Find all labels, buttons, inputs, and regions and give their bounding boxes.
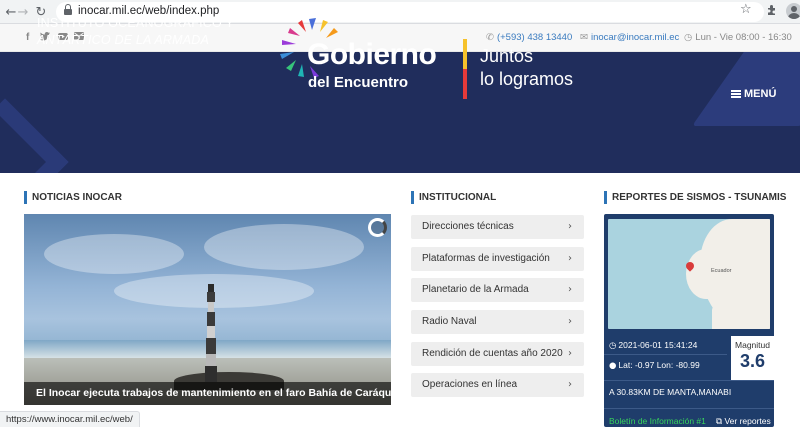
- gobierno-subtitle: del Encuentro: [308, 74, 409, 91]
- gobierno-title: Gobierno: [307, 38, 437, 71]
- envelope-icon: ✉: [580, 32, 588, 43]
- phone-icon: ✆: [486, 32, 494, 43]
- seismic-coordinates: ● Lat: -0.97 Lon: -80.99: [609, 360, 700, 371]
- chevron-right-icon: ›: [568, 348, 572, 359]
- chevron-right-icon: ›: [568, 253, 572, 264]
- chevron-right-icon: ›: [568, 284, 572, 295]
- bulletin-link[interactable]: Boletín de Información #1: [609, 416, 706, 426]
- institutional-item-rendicion[interactable]: Rendición de cuentas año 2020 ›: [411, 342, 584, 366]
- lighthouse-figure: [205, 284, 217, 382]
- bookmark-star-icon[interactable]: ☆: [740, 2, 752, 17]
- institutional-item-operaciones[interactable]: Operaciones en línea ›: [411, 373, 584, 397]
- menu-button[interactable]: MENÚ: [731, 88, 776, 100]
- section-title-news: NOTICIAS INOCAR: [24, 191, 122, 204]
- news-slider-image[interactable]: El Inocar ejecuta trabajos de mantenimie…: [24, 214, 391, 405]
- institution-logo-text[interactable]: INSTITUTO OCEANOGRÁFICO Y ANTÁRTICO DE L…: [37, 15, 234, 49]
- chevron-right-icon: ›: [568, 379, 572, 390]
- news-caption[interactable]: El Inocar ejecuta trabajos de mantenimie…: [24, 382, 391, 405]
- section-title-institutional: INSTITUCIONAL: [411, 191, 496, 204]
- seismic-divider: [604, 354, 727, 355]
- photo-cloud: [44, 234, 184, 274]
- seismic-map[interactable]: [608, 219, 770, 329]
- contact-phone[interactable]: ✆ (+593) 438 13440: [486, 32, 572, 43]
- chevron-right-icon: ›: [568, 221, 572, 232]
- seismic-datetime: ◷ 2021-06-01 15:41:24: [609, 340, 698, 351]
- seismic-divider: [604, 380, 774, 381]
- map-country-label: Ecuador: [711, 268, 732, 274]
- slogan: Juntos lo logramos: [480, 46, 574, 89]
- institutional-item-planetario[interactable]: Planetario de la Armada ›: [411, 278, 584, 302]
- clock-icon: ◷: [684, 32, 693, 43]
- profile-avatar-icon[interactable]: [786, 3, 800, 19]
- institutional-item-direcciones[interactable]: Direcciones técnicas ›: [411, 215, 584, 239]
- loading-spinner-icon: [368, 218, 387, 237]
- browser-status-bar: https://www.inocar.mil.ec/web/: [0, 411, 140, 427]
- magnitude-value: 3.6: [739, 351, 766, 371]
- view-reports-link[interactable]: ⧉ Ver reportes: [716, 416, 771, 427]
- contact-email[interactable]: ✉ inocar@inocar.mil.ec: [580, 32, 679, 43]
- seismic-divider: [604, 408, 774, 409]
- seismic-location: A 30.83KM DE MANTA,MANABI: [609, 387, 732, 397]
- extensions-icon[interactable]: [766, 4, 778, 16]
- map-land: [686, 249, 726, 299]
- office-hours: ◷ Lun - Vie 08:00 - 16:30: [684, 32, 792, 43]
- map-marker-icon: ●: [609, 361, 617, 371]
- facebook-icon[interactable]: f: [26, 32, 29, 43]
- institutional-item-radio-naval[interactable]: Radio Naval ›: [411, 310, 584, 334]
- institutional-item-plataformas[interactable]: Plataformas de investigación ›: [411, 247, 584, 271]
- forward-icon[interactable]: →: [14, 3, 32, 21]
- section-title-seismic: REPORTES DE SISMOS - TSUNAMIS: [604, 191, 786, 204]
- external-link-icon: ⧉: [716, 417, 723, 427]
- photo-cloud: [204, 224, 364, 270]
- decorative-chevron-left: [0, 98, 69, 173]
- logo-divider: [463, 39, 467, 99]
- hamburger-icon: [731, 90, 741, 98]
- chevron-right-icon: ›: [568, 316, 572, 327]
- map-land: [712, 301, 770, 329]
- magnitude-box: Magnitud 3.6: [731, 336, 774, 380]
- clock-icon: ◷: [609, 341, 617, 351]
